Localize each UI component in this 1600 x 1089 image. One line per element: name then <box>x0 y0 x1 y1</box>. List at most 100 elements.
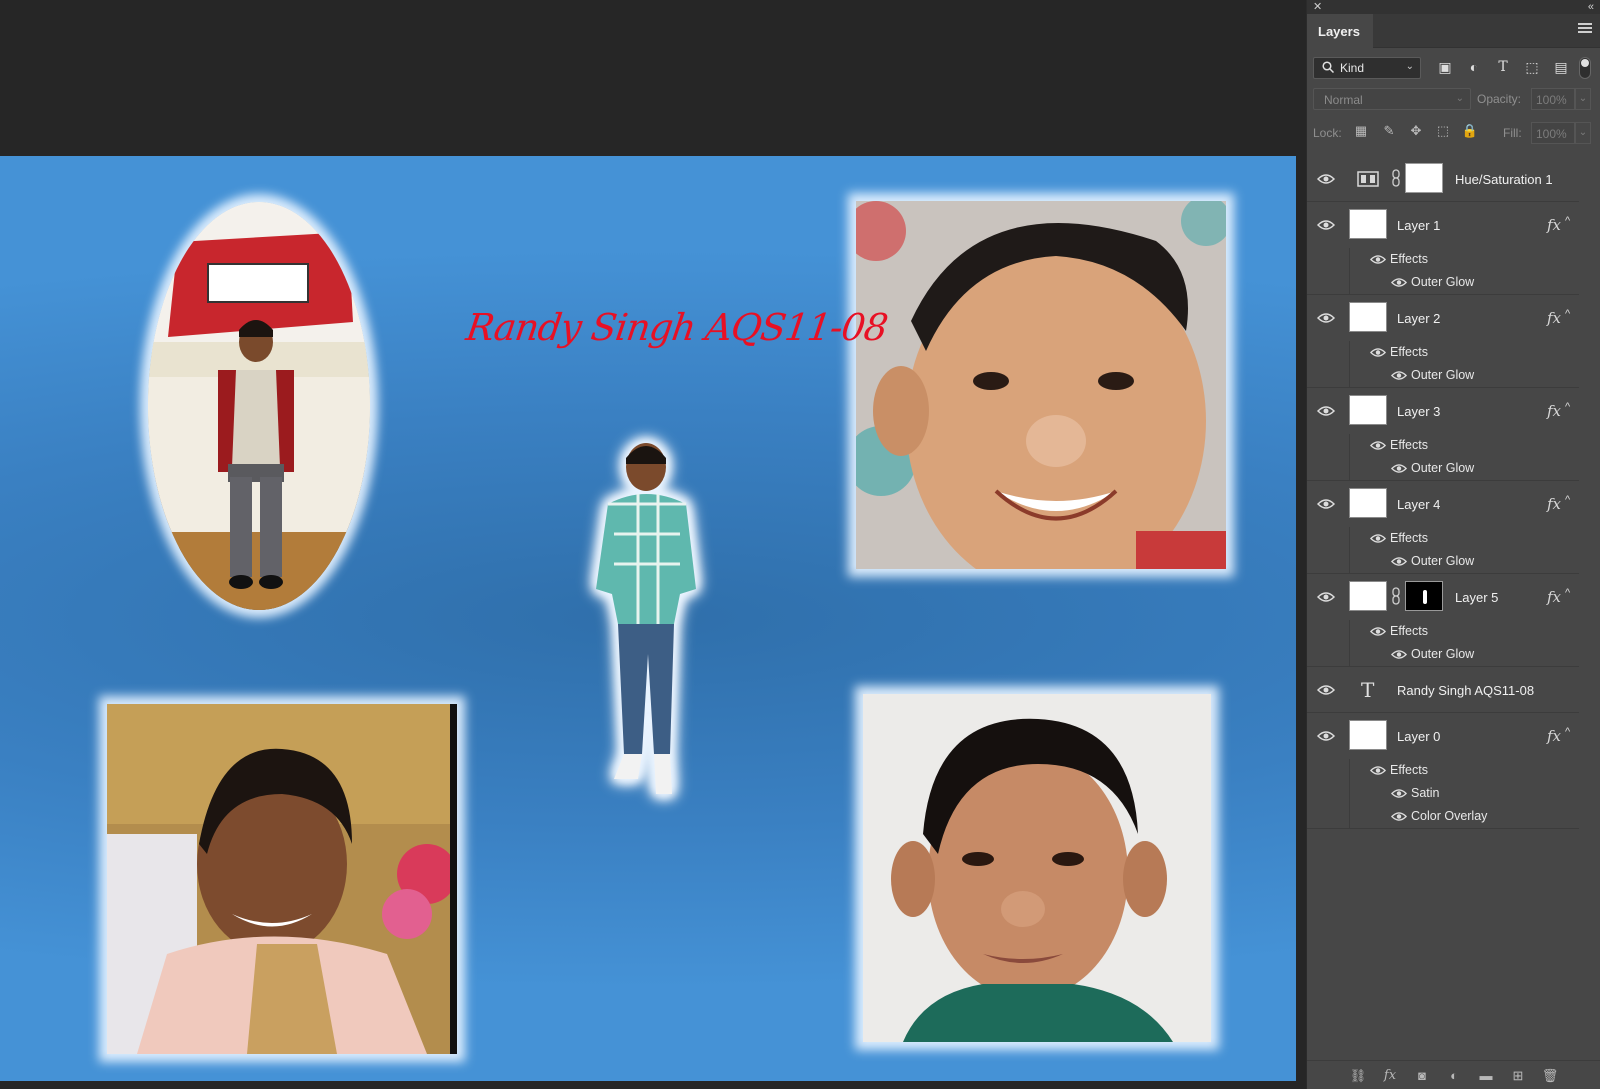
lock-artboard-icon[interactable]: ⬚ <box>1433 123 1453 141</box>
layer-row[interactable]: Layer 2 fx ^ <box>1307 295 1579 341</box>
fx-icon[interactable]: fx <box>1547 216 1561 234</box>
eye-icon[interactable] <box>1370 347 1386 358</box>
chevron-up-icon[interactable]: ^ <box>1565 494 1570 506</box>
chevron-up-icon[interactable]: ^ <box>1565 401 1570 413</box>
layer-row[interactable]: T Randy Singh AQS11-08 <box>1307 667 1579 713</box>
lock-all-icon[interactable]: 🔒 <box>1460 123 1480 141</box>
effect-row[interactable]: Outer Glow <box>1307 271 1579 295</box>
delete-icon[interactable]: 🗑 <box>1541 1068 1559 1084</box>
smart-object-filter-icon[interactable]: ▤ <box>1551 59 1571 77</box>
opacity-label: Opacity: <box>1477 92 1522 106</box>
eye-icon[interactable] <box>1317 405 1335 417</box>
eye-icon[interactable] <box>1370 626 1386 637</box>
eye-icon[interactable] <box>1317 684 1335 696</box>
effect-row[interactable]: Satin <box>1307 782 1579 805</box>
photo-young-boy-smiling[interactable] <box>856 201 1226 569</box>
effects-row[interactable]: Effects <box>1307 341 1579 364</box>
layer-row[interactable]: Layer 5 fx ^ <box>1307 574 1579 620</box>
layer-row[interactable]: Layer 1 fx ^ <box>1307 202 1579 248</box>
chevron-up-icon[interactable]: ^ <box>1565 215 1570 227</box>
effect-row[interactable]: Outer Glow <box>1307 364 1579 388</box>
layer-thumbnail[interactable] <box>1349 720 1387 750</box>
eye-icon[interactable] <box>1391 649 1407 660</box>
layer-thumbnail[interactable] <box>1349 581 1387 611</box>
shape-filter-icon[interactable]: ⬚ <box>1522 59 1542 77</box>
effects-row[interactable]: Effects <box>1307 620 1579 643</box>
collapse-icon[interactable]: « <box>1588 0 1594 14</box>
layer-row[interactable]: Layer 0 fx ^ <box>1307 713 1579 759</box>
effects-row[interactable]: Effects <box>1307 759 1579 782</box>
link-icon[interactable] <box>1391 587 1401 605</box>
eye-icon[interactable] <box>1391 277 1407 288</box>
eye-icon[interactable] <box>1317 173 1335 185</box>
effects-row[interactable]: Effects <box>1307 527 1579 550</box>
tab-layers[interactable]: Layers <box>1307 14 1373 48</box>
eye-icon[interactable] <box>1317 591 1335 603</box>
eye-icon[interactable] <box>1391 463 1407 474</box>
lock-move-icon[interactable]: ✥ <box>1406 123 1426 141</box>
panel-menu-icon[interactable] <box>1578 23 1592 35</box>
eye-icon[interactable] <box>1370 254 1386 265</box>
eye-icon[interactable] <box>1370 440 1386 451</box>
fx-icon[interactable]: fx <box>1547 309 1561 327</box>
fx-icon[interactable]: fx <box>1547 588 1561 606</box>
adjustment-filter-icon[interactable]: ◐ <box>1464 59 1484 77</box>
layer-thumbnail[interactable] <box>1349 209 1387 239</box>
cutout-boy-plaid-shirt[interactable] <box>578 434 718 834</box>
fill-chevron-icon[interactable]: ⌄ <box>1575 122 1591 144</box>
document-canvas[interactable]: Randy Singh AQS11-08 <box>0 156 1296 1081</box>
eye-icon[interactable] <box>1370 533 1386 544</box>
layer-mask-thumbnail[interactable] <box>1405 581 1443 611</box>
add-style-icon[interactable]: fx <box>1381 1068 1399 1084</box>
fx-icon[interactable]: fx <box>1547 402 1561 420</box>
eye-icon[interactable] <box>1391 556 1407 567</box>
link-icon[interactable] <box>1391 169 1401 187</box>
add-mask-icon[interactable]: ◙ <box>1413 1068 1431 1084</box>
layer-mask-thumbnail[interactable] <box>1405 163 1443 193</box>
layer-thumbnail[interactable] <box>1349 302 1387 332</box>
effect-row[interactable]: Outer Glow <box>1307 643 1579 667</box>
blend-mode-select[interactable]: Normal ⌄ <box>1313 88 1471 110</box>
chevron-up-icon[interactable]: ^ <box>1565 726 1570 738</box>
fill-field[interactable]: 100% <box>1531 122 1575 144</box>
effect-row[interactable]: Color Overlay <box>1307 805 1579 829</box>
layer-thumbnail[interactable] <box>1349 488 1387 518</box>
lock-brush-icon[interactable]: ✎ <box>1379 123 1399 141</box>
effects-row[interactable]: Effects <box>1307 434 1579 457</box>
layer-row[interactable]: Layer 3 fx ^ <box>1307 388 1579 434</box>
opacity-field[interactable]: 100% <box>1531 88 1575 110</box>
eye-icon[interactable] <box>1317 498 1335 510</box>
pixel-filter-icon[interactable]: ▣ <box>1435 59 1455 77</box>
new-group-icon[interactable]: ▬ <box>1477 1068 1495 1084</box>
layer-row[interactable]: Layer 4 fx ^ <box>1307 481 1579 527</box>
chevron-up-icon[interactable]: ^ <box>1565 587 1570 599</box>
filter-toggle[interactable] <box>1579 57 1591 79</box>
effect-row[interactable]: Outer Glow <box>1307 457 1579 481</box>
close-icon[interactable]: ✕ <box>1313 0 1322 14</box>
eye-icon[interactable] <box>1391 788 1407 799</box>
type-filter-icon[interactable]: T <box>1493 59 1513 77</box>
effect-row[interactable]: Outer Glow <box>1307 550 1579 574</box>
chevron-up-icon[interactable]: ^ <box>1565 308 1570 320</box>
eye-icon[interactable] <box>1391 811 1407 822</box>
new-layer-icon[interactable]: ⊞ <box>1509 1068 1527 1084</box>
lock-transparent-icon[interactable]: ▦ <box>1351 123 1371 141</box>
oval-photo-standing-boy[interactable] <box>148 202 370 610</box>
photo-boy-passport[interactable] <box>863 694 1211 1042</box>
eye-icon[interactable] <box>1317 219 1335 231</box>
filter-kind-select[interactable]: Kind ⌄ <box>1313 57 1421 79</box>
effects-row[interactable]: Effects <box>1307 248 1579 271</box>
eye-icon[interactable] <box>1370 765 1386 776</box>
layer-thumbnail[interactable] <box>1349 395 1387 425</box>
eye-icon[interactable] <box>1317 312 1335 324</box>
eye-icon[interactable] <box>1391 370 1407 381</box>
eye-icon[interactable] <box>1317 730 1335 742</box>
fx-icon[interactable]: fx <box>1547 727 1561 745</box>
new-adjustment-icon[interactable]: ◐ <box>1445 1068 1463 1084</box>
link-layers-icon[interactable]: ⛓ <box>1349 1068 1367 1084</box>
opacity-chevron-icon[interactable]: ⌄ <box>1575 88 1591 110</box>
canvas-title-text[interactable]: Randy Singh AQS11-08 <box>462 306 889 356</box>
fx-icon[interactable]: fx <box>1547 495 1561 513</box>
photo-boy-pink-kurta[interactable] <box>107 704 457 1054</box>
layer-row[interactable]: Hue/Saturation 1 <box>1307 156 1579 202</box>
